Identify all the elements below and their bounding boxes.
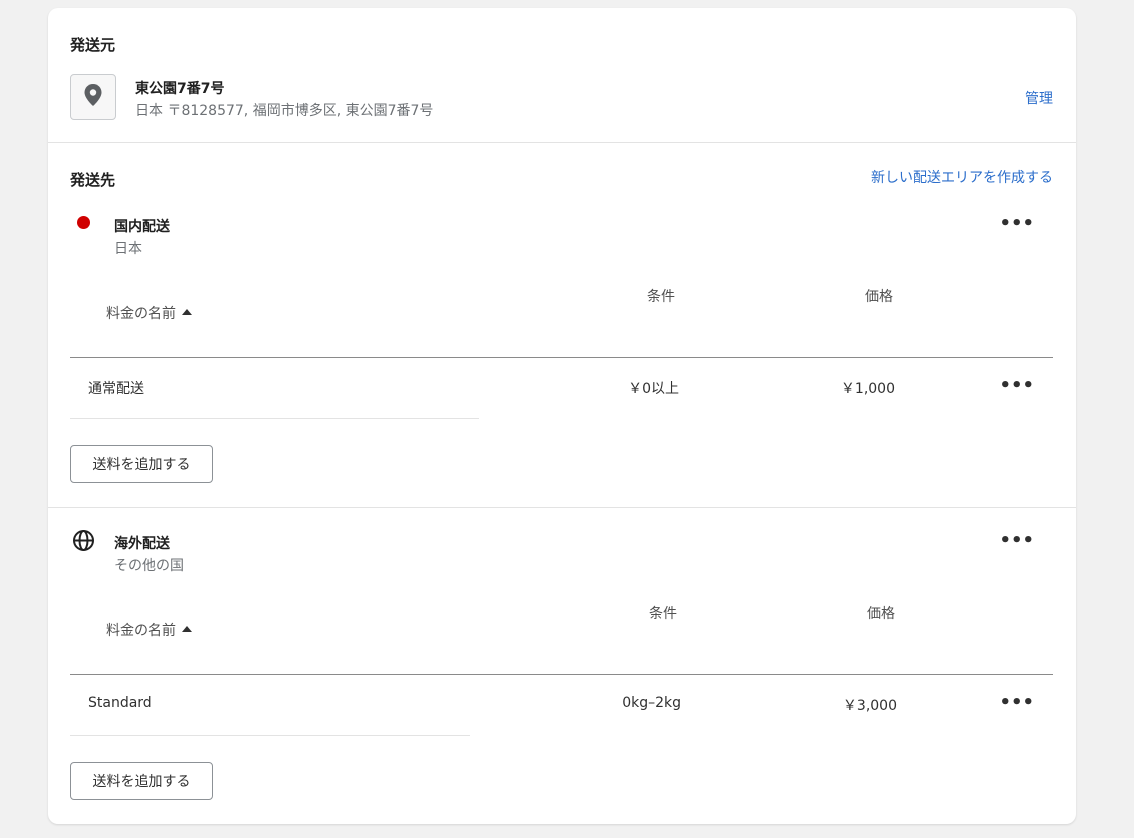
rate-name-header-label: 料金の名前 (106, 623, 176, 639)
rate-name-cell[interactable]: Standard (88, 695, 152, 711)
column-header-rate-name[interactable]: 料金の名前 (106, 303, 192, 323)
row-divider (70, 735, 470, 736)
create-shipping-zone-link[interactable]: 新しい配送エリアを作成する (871, 167, 1053, 187)
rate-price-cell: ￥1,000 (840, 381, 895, 397)
zone-countries-domestic: 日本 (114, 241, 142, 257)
add-rate-button[interactable]: 送料を追加する (70, 762, 213, 800)
destination-heading: 発送先 (70, 171, 116, 189)
section-divider (48, 142, 1076, 143)
domestic-flag-icon (77, 216, 90, 229)
rate-price-cell: ￥3,000 (842, 698, 897, 714)
column-header-price: 価格 (865, 289, 893, 305)
zone-divider (48, 507, 1076, 508)
location-icon-box (70, 74, 116, 120)
rate-more-actions-button[interactable]: ••• (999, 694, 1034, 712)
origin-address-title: 東公園7番7号 (135, 81, 225, 97)
column-header-rate-name[interactable]: 料金の名前 (106, 620, 192, 640)
origin-heading: 発送元 (70, 36, 116, 54)
column-header-condition: 条件 (647, 289, 675, 305)
sort-ascending-icon (182, 309, 192, 315)
globe-icon (72, 529, 95, 556)
rate-condition-cell: ￥0以上 (628, 381, 679, 397)
zone-more-actions-button[interactable]: ••• (999, 215, 1034, 233)
table-header-divider (70, 357, 1053, 358)
origin-address-detail: 日本 〒8128577, 福岡市博多区, 東公園7番7号 (135, 103, 434, 119)
zone-name-domestic: 国内配送 (114, 219, 170, 235)
column-header-condition: 条件 (649, 606, 677, 622)
location-pin-icon (83, 83, 103, 111)
sort-ascending-icon (182, 626, 192, 632)
rate-more-actions-button[interactable]: ••• (999, 377, 1034, 395)
table-header-divider (70, 674, 1053, 675)
zone-more-actions-button[interactable]: ••• (999, 532, 1034, 550)
column-header-price: 価格 (867, 606, 895, 622)
row-divider (70, 418, 479, 419)
shipping-profile-card: 発送元 東公園7番7号 日本 〒8128577, 福岡市博多区, 東公園7番7号… (48, 8, 1076, 824)
manage-origin-link[interactable]: 管理 (1025, 88, 1053, 108)
zone-countries-international: その他の国 (114, 558, 184, 574)
add-rate-button[interactable]: 送料を追加する (70, 445, 213, 483)
rate-name-cell[interactable]: 通常配送 (88, 378, 144, 398)
zone-name-international: 海外配送 (114, 536, 170, 552)
rate-name-header-label: 料金の名前 (106, 306, 176, 322)
rate-condition-cell: 0kg–2kg (622, 695, 681, 711)
